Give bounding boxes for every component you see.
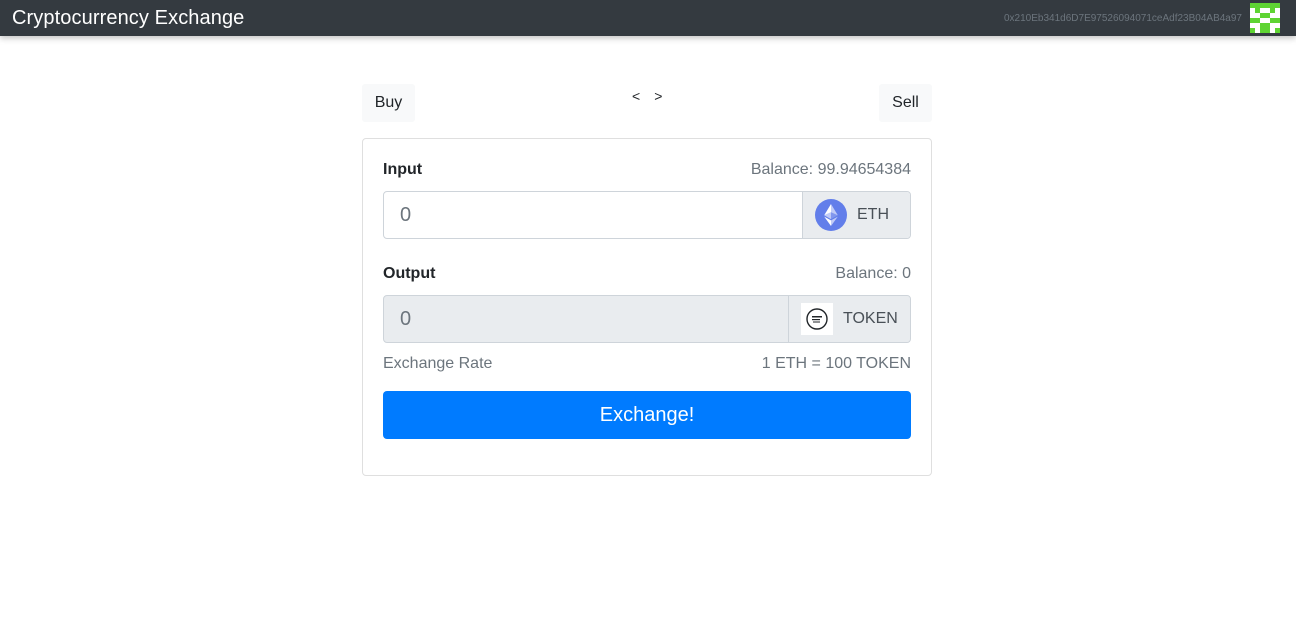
output-currency-addon: TOKEN: [788, 296, 910, 342]
mode-switcher: Buy < > Sell: [362, 84, 932, 122]
input-group: ETH: [383, 191, 911, 239]
identicon-icon: [1250, 3, 1280, 33]
output-label: Output: [383, 265, 436, 282]
exchange-button[interactable]: Exchange!: [383, 391, 911, 439]
navbar-brand[interactable]: Cryptocurrency Exchange: [12, 7, 244, 30]
output-amount-field: [384, 296, 788, 342]
exchange-rate-label: Exchange Rate: [383, 355, 493, 372]
input-balance: Balance: 99.94654384: [750, 161, 911, 178]
account-info: 0x210Eb341d6D7E97526094071ceAdf23B04AB4a…: [1004, 0, 1280, 36]
exchange-rate-row: Exchange Rate 1 ETH = 100 TOKEN: [383, 355, 911, 373]
sell-button[interactable]: Sell: [879, 84, 932, 122]
output-balance: Balance: 0: [835, 265, 911, 282]
input-amount-field[interactable]: [384, 192, 802, 238]
buy-button[interactable]: Buy: [362, 84, 415, 122]
output-label-row: Output Balance: 0: [383, 265, 911, 283]
ethereum-icon: [815, 199, 847, 231]
prev-arrow[interactable]: <: [632, 88, 640, 104]
output-currency-label: TOKEN: [843, 310, 898, 327]
token-logo-icon: [801, 303, 833, 335]
input-label-row: Input Balance: 99.94654384: [383, 161, 911, 179]
account-address: 0x210Eb341d6D7E97526094071ceAdf23B04AB4a…: [1004, 12, 1242, 24]
next-arrow[interactable]: >: [654, 88, 662, 104]
exchange-rate-value: 1 ETH = 100 TOKEN: [761, 355, 911, 372]
output-group: TOKEN: [383, 295, 911, 343]
input-currency-label: ETH: [857, 206, 889, 223]
navbar: Cryptocurrency Exchange 0x210Eb341d6D7E9…: [0, 0, 1296, 36]
input-label: Input: [383, 161, 423, 178]
mode-arrows: < >: [632, 88, 662, 104]
input-currency-addon: ETH: [802, 192, 910, 238]
exchange-card: Input Balance: 99.94654384 ETH Output Ba…: [362, 138, 932, 476]
